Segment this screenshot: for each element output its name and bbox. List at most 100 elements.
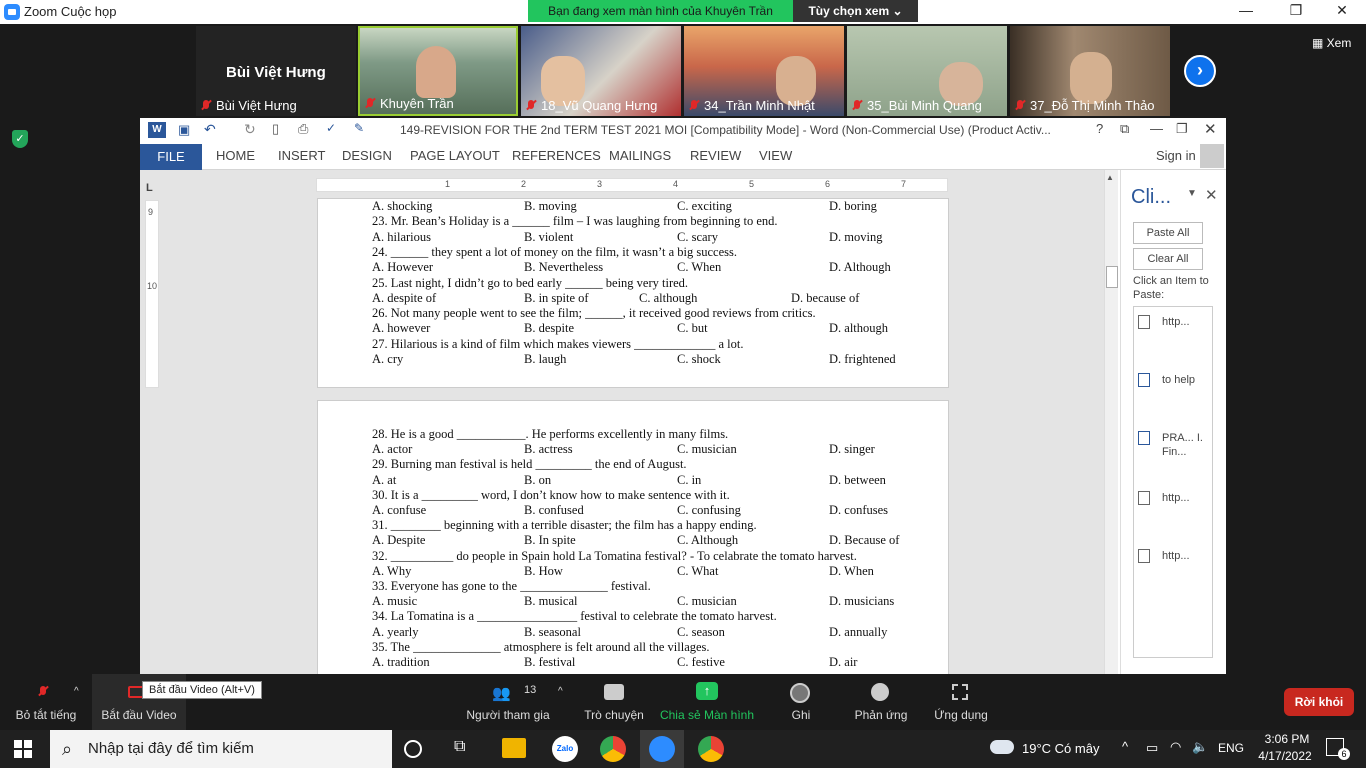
start-video-tooltip: Bắt đầu Video (Alt+V): [142, 681, 262, 699]
user-avatar-icon[interactable]: [1200, 144, 1224, 168]
audio-options-chevron-icon[interactable]: ^: [74, 686, 79, 697]
document-icon: [1138, 491, 1150, 505]
language-indicator[interactable]: ENG: [1218, 741, 1244, 755]
leave-meeting-button[interactable]: Rời khỏi: [1284, 688, 1354, 716]
answer-option: C. season: [677, 624, 725, 639]
view-options-button[interactable]: Tùy chọn xem ⌄: [793, 0, 918, 22]
ribbon-display-icon[interactable]: ⧉: [1120, 121, 1129, 137]
participant-name: 37_Đỗ Thị Minh Thảo: [1030, 98, 1155, 113]
wifi-icon[interactable]: ◠: [1170, 739, 1181, 755]
chrome-icon[interactable]: [600, 736, 626, 762]
word-close-button[interactable]: ✕: [1204, 120, 1217, 138]
participant-tile[interactable]: 18_Vũ Quang Hưng: [521, 26, 681, 116]
tab-references[interactable]: REFERENCES: [512, 148, 601, 163]
ruler-mark: 1: [445, 179, 451, 189]
unmute-button[interactable]: Bỏ tắt tiếng: [8, 674, 84, 730]
pane-options-icon[interactable]: ▼: [1187, 188, 1197, 199]
encryption-shield-icon[interactable]: ✓: [12, 130, 28, 148]
file-explorer-icon[interactable]: [502, 738, 526, 758]
task-view-icon[interactable]: ⧉: [454, 738, 480, 764]
vertical-ruler[interactable]: 9 10: [145, 200, 159, 388]
participant-tile[interactable]: 34_Trần Minh Nhật: [684, 26, 844, 116]
redo-icon[interactable]: ↻: [244, 121, 256, 138]
minimize-button[interactable]: —: [1226, 2, 1266, 22]
word-minimize-button[interactable]: —: [1150, 121, 1163, 136]
scroll-up-icon[interactable]: ▲: [1106, 173, 1114, 182]
zoom-taskbar-button[interactable]: [640, 730, 684, 768]
weather-text[interactable]: 19°C Có mây: [1022, 741, 1099, 756]
document-page[interactable]: 28. He is a good ___________. He perform…: [317, 400, 949, 674]
apps-button[interactable]: Ứng dụng: [926, 674, 996, 730]
vertical-scrollbar[interactable]: ▲: [1104, 170, 1118, 674]
clock-date[interactable]: 4/17/2022: [1252, 749, 1318, 763]
maximize-button[interactable]: ❐: [1276, 2, 1316, 22]
chat-button[interactable]: Trò chuyện: [576, 674, 652, 730]
clipboard-items-list[interactable]: http... to help PRA... I. Fin... http...…: [1133, 306, 1213, 658]
answer-option: B. confused: [524, 503, 584, 517]
tab-page-layout[interactable]: PAGE LAYOUT: [410, 148, 500, 163]
weather-cloud-icon[interactable]: [990, 740, 1014, 754]
sign-in-link[interactable]: Sign in: [1156, 148, 1196, 163]
save-icon[interactable]: ▣: [178, 122, 190, 138]
windows-start-icon[interactable]: [14, 740, 32, 758]
cortana-icon[interactable]: [404, 740, 422, 758]
answer-option: D. confuses: [829, 503, 889, 517]
print-preview-icon[interactable]: ⎙: [298, 121, 308, 137]
participant-tile[interactable]: 35_Bùi Minh Quang: [847, 26, 1007, 116]
spelling-icon[interactable]: ✓: [326, 121, 336, 135]
paste-all-button[interactable]: Paste All: [1133, 222, 1203, 244]
participants-options-chevron-icon[interactable]: ^: [558, 686, 563, 697]
tab-home[interactable]: HOME: [216, 148, 255, 163]
question-text: 34. La Tomatina is a ________________ fe…: [372, 609, 777, 624]
answer-option: C. shock: [677, 352, 721, 366]
next-page-arrow-icon[interactable]: ›: [1184, 55, 1216, 87]
answer-option: D. Although: [829, 260, 891, 275]
clear-all-button[interactable]: Clear All: [1133, 248, 1203, 270]
pane-close-icon[interactable]: ✕: [1205, 186, 1218, 204]
show-hidden-icons-chevron-icon[interactable]: ^: [1122, 739, 1128, 754]
chrome-icon[interactable]: [698, 736, 724, 762]
tab-selector-icon[interactable]: L: [146, 182, 153, 194]
undo-icon[interactable]: ↶: [204, 121, 216, 138]
document-icon: [1138, 315, 1150, 329]
tab-review[interactable]: REVIEW: [690, 148, 741, 163]
clock-time[interactable]: 3:06 PM: [1258, 732, 1316, 746]
apps-icon: [952, 684, 968, 700]
answer-option: B. on: [524, 472, 552, 487]
answer-option: D. annually: [829, 624, 888, 639]
record-label: Ghi: [791, 708, 811, 722]
scrollbar-thumb[interactable]: [1106, 266, 1118, 288]
word-restore-button[interactable]: ❐: [1176, 121, 1188, 137]
participants-button[interactable]: 👥 13 Người tham gia: [458, 674, 558, 730]
clipboard-item-label: http...: [1162, 550, 1190, 562]
answer-option: D. between: [829, 472, 886, 487]
close-button[interactable]: ✕: [1322, 2, 1362, 22]
answer-option: C. What: [677, 563, 719, 578]
participant-tile[interactable]: 37_Đỗ Thị Minh Thảo: [1010, 26, 1170, 116]
volume-icon[interactable]: 🔈: [1192, 739, 1208, 755]
record-button[interactable]: Ghi: [776, 674, 826, 730]
participant-tile[interactable]: Bùi Việt Hưng Bùi Việt Hưng: [196, 26, 356, 116]
participants-icon: 👥: [492, 685, 511, 702]
view-button[interactable]: ▦ Xem: [1312, 36, 1351, 50]
participant-tile-active-speaker[interactable]: Khuyên Trần: [358, 26, 518, 116]
tab-design[interactable]: DESIGN: [342, 148, 392, 163]
reactions-button[interactable]: Phản ứng: [846, 674, 916, 730]
question-text: 27. Hilarious is a kind of film which ma…: [372, 336, 744, 351]
battery-icon[interactable]: ▭: [1146, 740, 1158, 756]
tab-file[interactable]: FILE: [140, 144, 202, 170]
document-page[interactable]: A. shocking B. moving C. exciting D. boring…: [317, 198, 949, 388]
tab-view[interactable]: VIEW: [759, 148, 792, 163]
zalo-icon[interactable]: Zalo: [552, 736, 578, 762]
document-area[interactable]: L 1 2 3 4 5 6 7 9 10 A. shocking B. movin…: [140, 170, 1104, 674]
taskbar-search-box[interactable]: ⌕ Nhập tại đây để tìm kiếm: [50, 730, 392, 768]
draw-table-icon[interactable]: ✎: [354, 121, 364, 135]
new-document-icon[interactable]: ▯: [272, 121, 279, 137]
participant-name: Bùi Việt Hưng: [216, 98, 297, 113]
answer-option: D. frightened: [829, 352, 896, 366]
share-screen-button[interactable]: ↑ Chia sẻ Màn hình: [656, 674, 758, 730]
help-icon[interactable]: ?: [1096, 121, 1103, 136]
tab-mailings[interactable]: MAILINGS: [609, 148, 671, 163]
horizontal-ruler[interactable]: 1 2 3 4 5 6 7: [316, 178, 948, 192]
tab-insert[interactable]: INSERT: [278, 148, 325, 163]
